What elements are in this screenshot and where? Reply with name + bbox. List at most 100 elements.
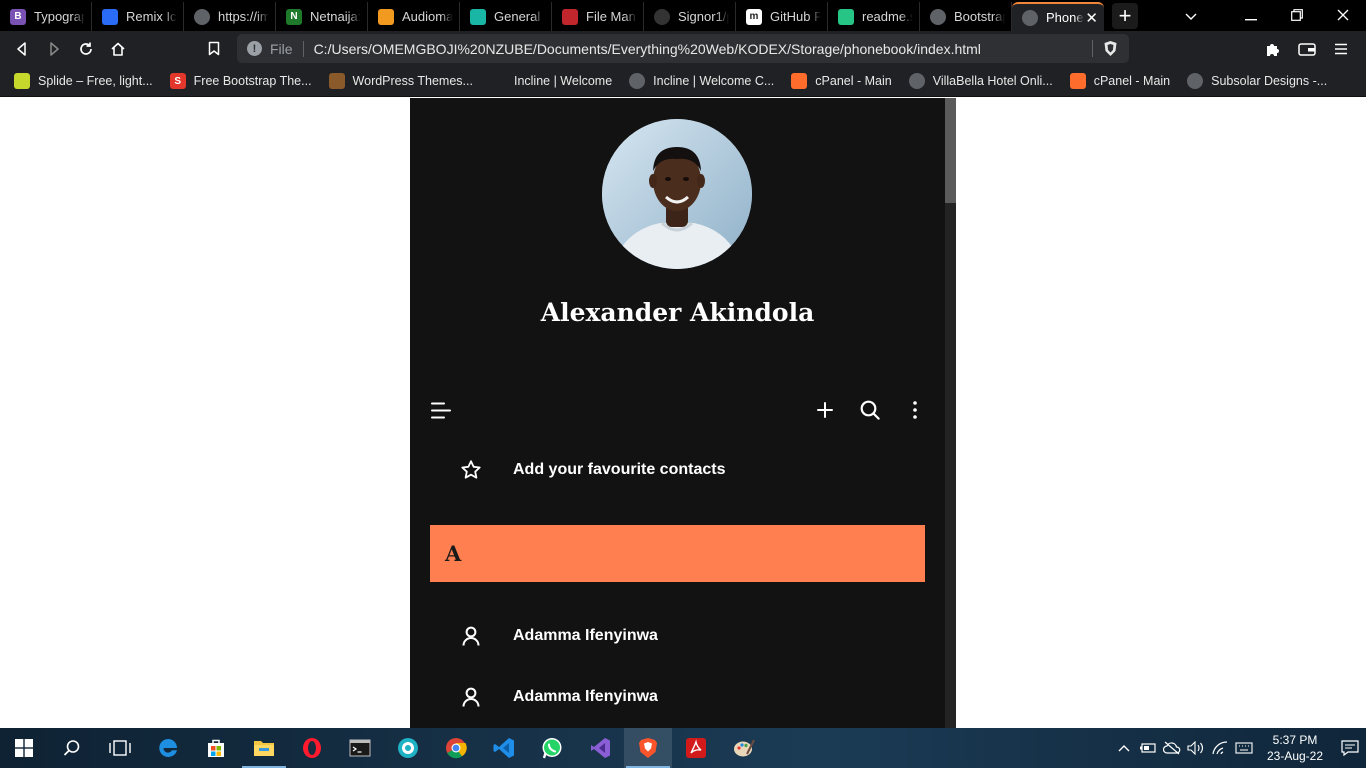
browser-tab[interactable]: https://ima (184, 2, 276, 31)
bookmarks-bar: Splide – Free, light... S Free Bootstrap T… (0, 66, 1366, 97)
whatsapp-icon[interactable] (528, 728, 576, 768)
browser-tab[interactable]: Bootstrap (920, 2, 1012, 31)
clock-time: 5:37 PM (1272, 733, 1318, 747)
site-info-icon[interactable]: ! (247, 41, 262, 56)
bookmark-icon[interactable] (198, 33, 230, 65)
netnaija-icon: N (286, 8, 302, 25)
profile-avatar[interactable] (602, 119, 752, 269)
extensions-puzzle-icon[interactable] (1256, 33, 1290, 65)
browser-tab[interactable]: Signor1/p (644, 2, 736, 31)
system-clock[interactable]: 5:37 PM 23-Aug-22 (1256, 732, 1334, 764)
bookmark-item[interactable]: cPanel - Main (1069, 73, 1171, 89)
bookmark-label: WordPress Themes... (352, 74, 473, 88)
brave-browser-icon[interactable] (624, 728, 672, 768)
close-window-icon[interactable] (1320, 8, 1366, 24)
notifications-icon[interactable] (1334, 740, 1366, 756)
cpanel-red-icon (562, 8, 578, 25)
globe-icon (1187, 73, 1204, 89)
paint-icon[interactable] (720, 728, 768, 768)
acrobat-icon[interactable] (672, 728, 720, 768)
bookmark-label: VillaBella Hotel Onli... (932, 74, 1053, 88)
bookmark-item[interactable]: Subsolar Designs -... (1187, 73, 1327, 89)
tab-title: https://ima (218, 9, 269, 24)
scrollbar-thumb[interactable] (945, 98, 956, 203)
microsoft-store-icon[interactable] (192, 728, 240, 768)
task-view-icon[interactable] (96, 728, 144, 768)
wallet-icon[interactable] (1290, 33, 1324, 65)
vscode-icon[interactable] (480, 728, 528, 768)
opera-icon[interactable] (288, 728, 336, 768)
add-contact-icon[interactable] (810, 395, 840, 425)
menu-hamburger-icon[interactable] (1324, 33, 1358, 65)
bookmark-item[interactable]: Incline | Welcome C... (629, 73, 774, 89)
bookmark-item[interactable]: Splide – Free, light... (14, 73, 153, 89)
cloud-offline-icon[interactable] (1160, 741, 1184, 755)
mg-icon: m (746, 8, 762, 25)
browser-tab[interactable]: Remix Icon (92, 2, 184, 31)
windows-start-icon[interactable] (0, 728, 48, 768)
s-icon: S (169, 73, 186, 89)
search-icon[interactable] (855, 395, 885, 425)
browser-tab[interactable]: readme.so (828, 2, 920, 31)
bookmark-item[interactable]: S Free Bootstrap The... (169, 73, 312, 89)
edge-icon[interactable] (144, 728, 192, 768)
back-icon[interactable] (6, 33, 38, 65)
section-letter: A (445, 541, 462, 566)
home-icon[interactable] (102, 33, 134, 65)
wp-icon (328, 73, 345, 89)
address-bar[interactable]: ! File C:/Users/OMEMGBOJI%20NZUBE/Docume… (237, 34, 1129, 63)
keyboard-icon[interactable] (1232, 741, 1256, 755)
bookmark-item[interactable]: cPanel - Main (791, 73, 892, 89)
bookmark-item[interactable]: VillaBella Hotel Onli... (908, 73, 1053, 89)
browser-tab[interactable]: N Netnaija: I (276, 2, 368, 31)
address-divider (302, 40, 304, 57)
globe-icon (908, 73, 925, 89)
github-icon (654, 8, 670, 25)
reload-icon[interactable] (70, 33, 102, 65)
restore-icon[interactable] (1274, 8, 1320, 24)
contact-row[interactable]: Adamma Ifenyinwa (410, 618, 945, 652)
phonebook-app: Alexander Akindola Add your favourite co… (410, 98, 956, 728)
star-icon (460, 459, 482, 481)
globe-icon (1022, 9, 1038, 26)
minimize-icon[interactable] (1228, 8, 1274, 24)
chrome-icon[interactable] (432, 728, 480, 768)
browser-tab[interactable]: File Manag (552, 2, 644, 31)
wifi-icon[interactable] (1208, 741, 1232, 755)
brave-shield-icon[interactable] (1102, 40, 1119, 57)
bookmark-item[interactable]: Incline | Welcome (489, 73, 613, 89)
incline-icon (489, 73, 506, 89)
bookmark-item[interactable]: WordPress Themes... (328, 73, 473, 89)
search-icon[interactable] (48, 728, 96, 768)
system-tray: 5:37 PM 23-Aug-22 (1112, 728, 1366, 768)
menu-left-align-icon[interactable] (426, 395, 456, 425)
tab-title: Remix Icon (126, 9, 177, 24)
url-text[interactable]: C:/Users/OMEMGBOJI%20NZUBE/Documents/Eve… (314, 41, 981, 57)
battery-icon[interactable] (1136, 742, 1160, 754)
bookmark-label: Incline | Welcome (513, 74, 613, 88)
bootstrap-icon: B (10, 8, 26, 25)
file-explorer-icon[interactable] (240, 728, 288, 768)
contact-row[interactable]: Adamma Ifenyinwa (410, 679, 945, 713)
close-tab-icon[interactable]: ✕ (1085, 9, 1098, 27)
browser-tab[interactable]: General | S (460, 2, 552, 31)
new-tab-button[interactable]: + (1112, 3, 1138, 29)
browser-tab[interactable]: m GitHub Pr (736, 2, 828, 31)
browser-tab[interactable]: B Typograph (0, 2, 92, 31)
volume-icon[interactable] (1184, 741, 1208, 755)
bookmark-label: cPanel - Main (1093, 74, 1171, 88)
show-hidden-icons-chevron-icon[interactable] (1112, 744, 1136, 752)
bookmark-label: Free Bootstrap The... (193, 74, 312, 88)
forward-icon[interactable] (38, 33, 70, 65)
audiomack-icon (378, 8, 394, 25)
tab-search-chevron-icon[interactable] (1168, 8, 1214, 24)
visual-studio-icon[interactable] (576, 728, 624, 768)
terminal-icon[interactable] (336, 728, 384, 768)
browser-tab-active[interactable]: Phone ✕ (1012, 2, 1104, 31)
more-vertical-icon[interactable] (900, 395, 930, 425)
bookmark-label: Incline | Welcome C... (653, 74, 775, 88)
add-favourites-row[interactable]: Add your favourite contacts (410, 453, 945, 487)
browser-tab[interactable]: Audiomac (368, 2, 460, 31)
app-teal-icon[interactable] (384, 728, 432, 768)
page-scrollbar[interactable] (945, 98, 956, 728)
